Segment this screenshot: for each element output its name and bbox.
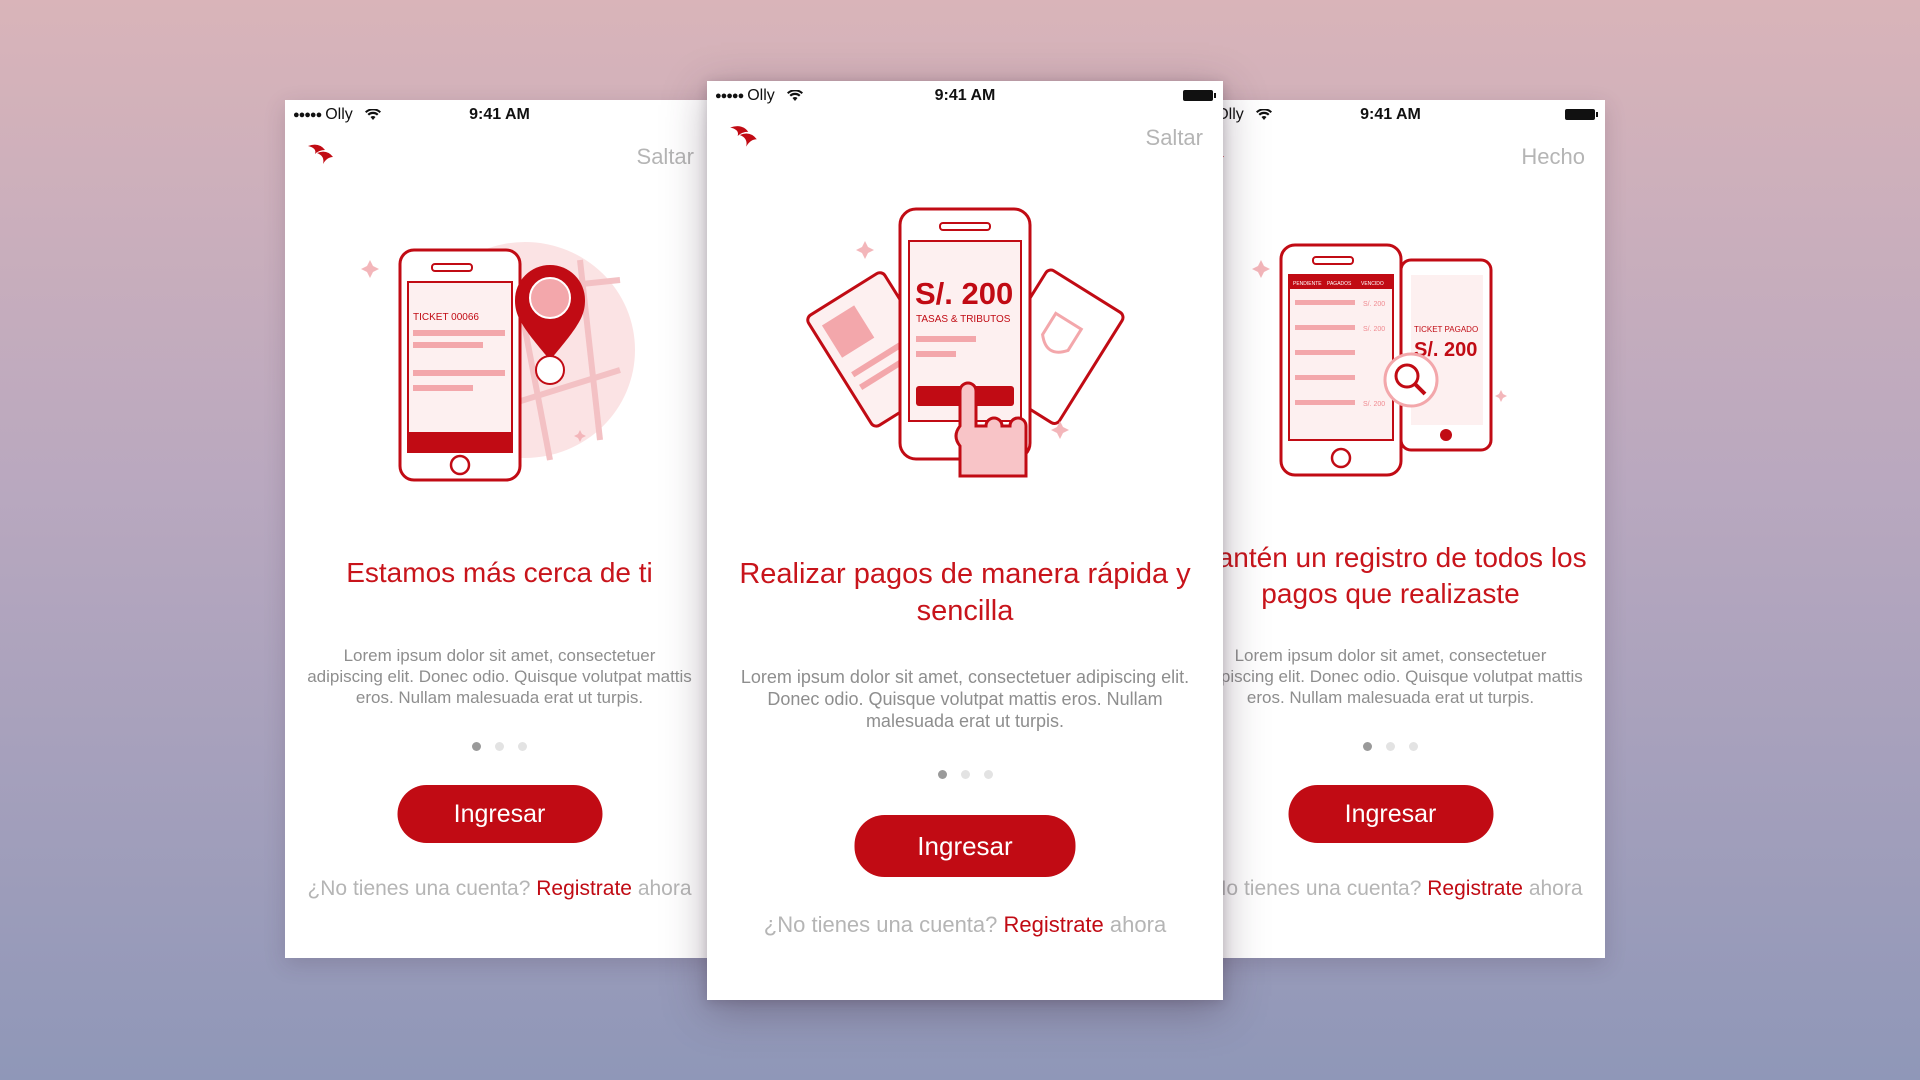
page-dot[interactable] xyxy=(960,770,970,779)
done-button[interactable]: Hecho xyxy=(1521,144,1585,170)
signup-prompt: ¿No tienes una cuenta? Registrate ahora xyxy=(707,912,1223,938)
illustration-svg: S/. 200 TASAS & TRIBUTOS xyxy=(806,207,1125,478)
illustration-svg: TICKET PAGADO S/. 200 PENDIENTE PAGADOS … xyxy=(1251,243,1507,477)
onboarding-description: Lorem ipsum dolor sit amet, consectetuer… xyxy=(1198,646,1583,707)
brand-logo-icon xyxy=(730,126,757,147)
signup-suffix: ahora xyxy=(1528,877,1583,900)
skip-button[interactable]: Saltar xyxy=(637,144,694,170)
page-indicator[interactable] xyxy=(707,770,1223,779)
page-indicator[interactable] xyxy=(1176,742,1605,751)
tab-paid: PAGADOS xyxy=(1327,281,1352,287)
login-button[interactable]: Ingresar xyxy=(397,785,602,843)
login-button[interactable]: Ingresar xyxy=(854,815,1076,877)
signup-prefix: ¿No tienes una cuenta? xyxy=(763,912,998,937)
row-amount: S/. 200 xyxy=(1363,301,1385,308)
tab-pending: PENDIENTE xyxy=(1293,281,1322,287)
onboarding-description: Lorem ipsum dolor sit amet, consectetuer… xyxy=(740,667,1190,731)
battery-icon xyxy=(1565,109,1598,120)
onboarding-screen-history: ●●●●● Olly 9:41 AM Hecho TICKET PAGADO S… xyxy=(1176,100,1605,958)
page-dot[interactable] xyxy=(495,742,504,751)
signup-prefix: ¿No tienes una cuenta? xyxy=(307,877,531,900)
status-bar: ●●●●● Olly 9:41 AM xyxy=(285,100,714,128)
signup-suffix: ahora xyxy=(637,877,692,900)
login-button[interactable]: Ingresar xyxy=(1288,785,1493,843)
skip-button[interactable]: Saltar xyxy=(1146,125,1203,151)
row-amount: S/. 200 xyxy=(1363,326,1385,333)
status-bar: ●●●●● Olly 9:41 AM xyxy=(1176,100,1605,128)
page-dot[interactable] xyxy=(1386,742,1395,751)
page-dot[interactable] xyxy=(1409,742,1418,751)
onboarding-screen-location: ●●●●● Olly 9:41 AM Saltar TICKET 00066 E… xyxy=(285,100,714,958)
onboarding-title: Estamos más cerca de ti xyxy=(346,557,653,588)
payment-amount: S/. 200 xyxy=(915,276,1013,311)
status-time: 9:41 AM xyxy=(1360,106,1421,123)
page-dot[interactable] xyxy=(983,770,993,779)
signup-suffix: ahora xyxy=(1109,912,1167,937)
payment-phone-illustration: S/. 200 TASAS & TRIBUTOS xyxy=(707,201,1223,521)
map-pin-phone-illustration: TICKET 00066 xyxy=(285,220,714,500)
signup-prompt: ¿No tienes una cuenta? Registrate ahora xyxy=(1176,877,1605,901)
battery-icon xyxy=(1183,90,1216,101)
page-indicator[interactable] xyxy=(285,742,714,751)
onboarding-screen-payments: ●●●●● Olly 9:41 AM Saltar S/. 200 TASAS … xyxy=(707,81,1223,1000)
register-link[interactable]: Registrate xyxy=(536,877,632,900)
onboarding-title: Mantén un registro de todos los pagos qu… xyxy=(1194,542,1587,609)
row-amount: S/. 200 xyxy=(1363,401,1385,408)
paid-label: TICKET PAGADO xyxy=(1414,325,1478,334)
onboarding-description: Lorem ipsum dolor sit amet, consectetuer… xyxy=(307,646,692,707)
tab-overdue: VENCIDO xyxy=(1361,281,1384,287)
ticket-label: TICKET 00066 xyxy=(413,312,479,323)
page-dot[interactable] xyxy=(1363,742,1372,751)
payment-caption: TASAS & TRIBUTOS xyxy=(916,314,1011,325)
register-link[interactable]: Registrate xyxy=(1427,877,1523,900)
payment-history-illustration: TICKET PAGADO S/. 200 PENDIENTE PAGADOS … xyxy=(1176,230,1605,490)
register-link[interactable]: Registrate xyxy=(1004,912,1104,937)
status-time: 9:41 AM xyxy=(469,106,530,123)
signup-prompt: ¿No tienes una cuenta? Registrate ahora xyxy=(285,877,714,901)
page-dot[interactable] xyxy=(472,742,481,751)
page-dot[interactable] xyxy=(518,742,527,751)
page-dot[interactable] xyxy=(937,770,947,779)
status-bar: ●●●●● Olly 9:41 AM xyxy=(707,81,1223,111)
brand-logo-icon xyxy=(308,144,333,164)
signup-prefix: ¿No tienes una cuenta? xyxy=(1198,877,1422,900)
onboarding-title: Realizar pagos de manera rápida y sencil… xyxy=(739,558,1191,627)
illustration-svg: TICKET 00066 xyxy=(360,242,635,482)
status-time: 9:41 AM xyxy=(934,87,996,104)
